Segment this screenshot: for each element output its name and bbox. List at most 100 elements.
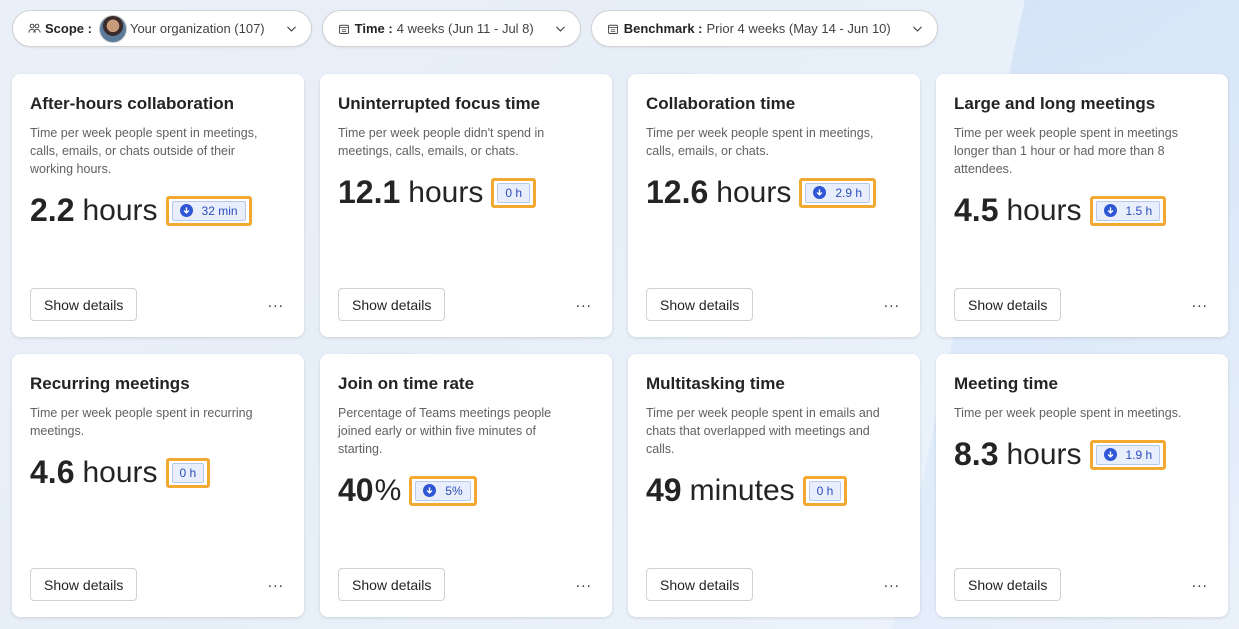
- metric-unit: hours: [1006, 193, 1082, 227]
- time-filter[interactable]: Time : 4 weeks (Jun 11 - Jul 8): [321, 10, 581, 47]
- metric-card: Multitasking time Time per week people s…: [628, 354, 920, 617]
- arrow-down-icon: [423, 484, 437, 497]
- metric-value-row: 12.1 hours 0 h: [338, 174, 594, 211]
- metric-card: Collaboration time Time per week people …: [628, 74, 920, 337]
- delta-value: 1.9 h: [1125, 447, 1153, 462]
- show-details-button[interactable]: Show details: [338, 288, 446, 321]
- metric-unit: hours: [1006, 437, 1082, 471]
- card-title: Multitasking time: [646, 374, 785, 393]
- card-description: Time per week people spent in meetings l…: [954, 126, 1178, 176]
- more-options-icon[interactable]: ...: [576, 574, 594, 596]
- calendar-icon: [606, 22, 620, 36]
- benchmark-delta-badge: 1.9 h: [1095, 444, 1161, 465]
- metric-card: Recurring meetings Time per week people …: [12, 354, 304, 617]
- benchmark-delta-badge: 0 h: [808, 480, 842, 501]
- card-description: Time per week people spent in meetings, …: [646, 126, 874, 158]
- show-details-button[interactable]: Show details: [954, 288, 1062, 321]
- benchmark-value: Prior 4 weeks (May 14 - Jun 10): [706, 21, 891, 36]
- card-footer: Show details ...: [646, 288, 902, 321]
- show-details-button[interactable]: Show details: [646, 288, 754, 321]
- metric-card: Join on time rate Percentage of Teams me…: [320, 354, 612, 617]
- benchmark-filter[interactable]: Benchmark : Prior 4 weeks (May 14 - Jun …: [590, 10, 938, 47]
- benchmark-delta-badge: 2.9 h: [805, 182, 871, 203]
- metric-cards-grid: After-hours collaboration Time per week …: [12, 74, 1228, 617]
- benchmark-delta-highlight: 2.9 h: [799, 177, 877, 208]
- benchmark-delta-badge: 32 min: [171, 200, 246, 221]
- card-title: Uninterrupted focus time: [338, 94, 541, 113]
- metric-value-row: 49 minutes 0 h: [646, 472, 902, 509]
- more-options-icon[interactable]: ...: [268, 294, 286, 316]
- metric-value-row: 12.6 hours 2.9 h: [646, 174, 902, 211]
- delta-value: 0 h: [505, 185, 523, 200]
- card-description: Time per week people spent in meetings.: [954, 406, 1182, 420]
- benchmark-delta-badge: 0 h: [171, 462, 205, 483]
- chevron-down-icon: [911, 22, 925, 36]
- benchmark-delta-badge: 5%: [415, 480, 471, 501]
- benchmark-delta-highlight: 1.5 h: [1089, 195, 1167, 226]
- more-options-icon[interactable]: ...: [884, 294, 902, 316]
- metric-value: 49: [646, 472, 682, 508]
- time-label: Time :: [354, 21, 393, 36]
- delta-value: 1.5 h: [1125, 203, 1153, 218]
- metric-card: Large and long meetings Time per week pe…: [936, 74, 1228, 337]
- metric-value-row: 4.6 hours 0 h: [30, 454, 286, 491]
- delta-value: 2.9 h: [835, 185, 863, 200]
- card-footer: Show details ...: [338, 288, 594, 321]
- metric-value: 4.5: [954, 192, 999, 228]
- metric-unit: hours: [82, 193, 158, 227]
- arrow-down-icon: [179, 204, 193, 217]
- metric-value: 12.6: [646, 174, 709, 210]
- delta-value: 5%: [445, 483, 463, 498]
- people-icon: [27, 22, 41, 36]
- benchmark-delta-highlight: 0 h: [491, 177, 537, 208]
- benchmark-delta-highlight: 0 h: [802, 475, 848, 506]
- card-footer: Show details ...: [954, 568, 1210, 601]
- calendar-icon: [337, 22, 351, 36]
- benchmark-delta-highlight: 5%: [409, 475, 477, 506]
- arrow-down-icon: [1103, 204, 1117, 217]
- show-details-button[interactable]: Show details: [954, 568, 1062, 601]
- more-options-icon[interactable]: ...: [268, 574, 286, 596]
- more-options-icon[interactable]: ...: [884, 574, 902, 596]
- benchmark-delta-highlight: 0 h: [165, 457, 211, 488]
- benchmark-delta-highlight: 32 min: [165, 195, 252, 226]
- arrow-down-icon: [1103, 448, 1117, 461]
- metric-value: 12.1: [338, 174, 401, 210]
- show-details-button[interactable]: Show details: [646, 568, 754, 601]
- scope-filter[interactable]: Scope : Your organization (107): [12, 10, 312, 47]
- metric-value: 2.2: [30, 192, 75, 228]
- time-value: 4 weeks (Jun 11 - Jul 8): [396, 21, 534, 36]
- show-details-button[interactable]: Show details: [30, 568, 138, 601]
- card-title: After-hours collaboration: [30, 94, 235, 113]
- metric-unit: hours: [716, 175, 792, 209]
- show-details-button[interactable]: Show details: [30, 288, 138, 321]
- metric-value: 4.6: [30, 454, 75, 490]
- show-details-button[interactable]: Show details: [338, 568, 446, 601]
- benchmark-delta-badge: 0 h: [497, 182, 531, 203]
- delta-value: 0 h: [816, 483, 834, 498]
- card-description: Time per week people spent in emails and…: [646, 406, 880, 456]
- scope-value: Your organization (107): [129, 21, 265, 36]
- card-footer: Show details ...: [30, 288, 286, 321]
- more-options-icon[interactable]: ...: [576, 294, 594, 316]
- card-title: Recurring meetings: [30, 374, 190, 393]
- metric-value-row: 2.2 hours 32 min: [30, 192, 286, 229]
- metric-unit: minutes: [689, 473, 795, 507]
- card-title: Meeting time: [954, 374, 1058, 393]
- more-options-icon[interactable]: ...: [1192, 294, 1210, 316]
- delta-value: 32 min: [201, 203, 238, 218]
- chevron-down-icon: [554, 22, 568, 36]
- card-footer: Show details ...: [338, 568, 594, 601]
- benchmark-delta-highlight: 1.9 h: [1089, 439, 1167, 470]
- card-description: Time per week people spent in meetings, …: [30, 126, 258, 176]
- scope-label: Scope :: [45, 21, 92, 36]
- benchmark-label: Benchmark :: [623, 21, 703, 36]
- card-title: Collaboration time: [646, 94, 796, 113]
- metric-card: After-hours collaboration Time per week …: [12, 74, 304, 337]
- card-title: Large and long meetings: [954, 94, 1156, 113]
- delta-value: 0 h: [179, 465, 197, 480]
- chevron-down-icon: [285, 22, 299, 36]
- metric-card: Meeting time Time per week people spent …: [936, 354, 1228, 617]
- card-description: Time per week people didn't spend in mee…: [338, 126, 545, 158]
- more-options-icon[interactable]: ...: [1192, 574, 1210, 596]
